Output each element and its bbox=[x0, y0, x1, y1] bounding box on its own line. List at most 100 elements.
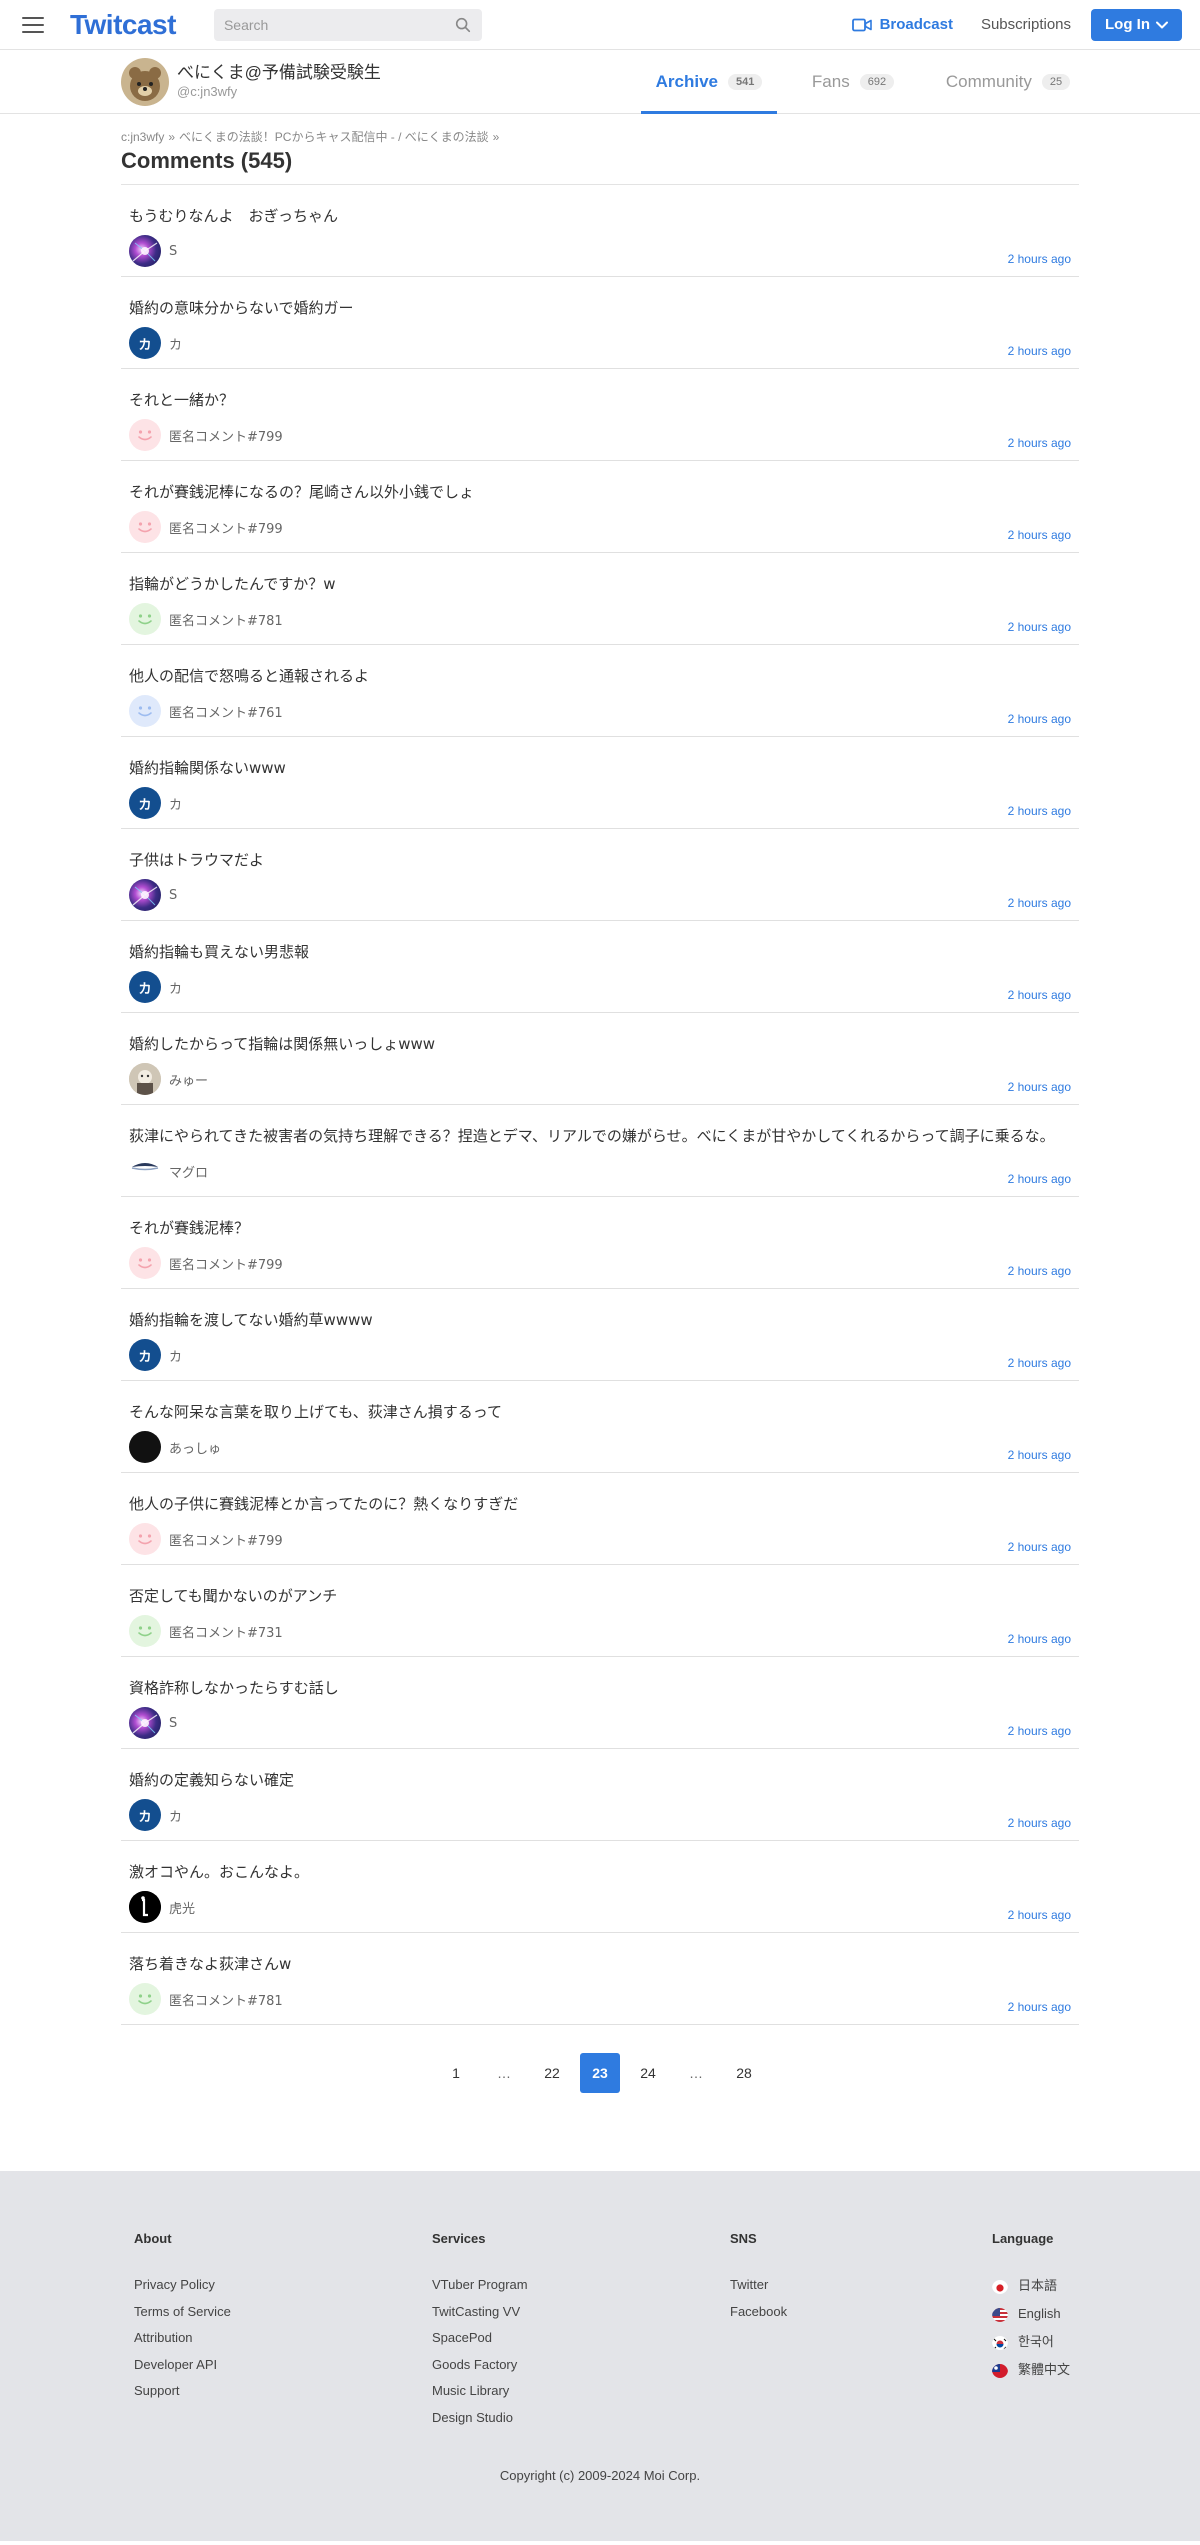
footer-services-link[interactable]: Goods Factory bbox=[432, 2352, 528, 2379]
footer-about-link[interactable]: Developer API bbox=[134, 2352, 231, 2379]
comment-author-name[interactable]: カ bbox=[169, 334, 182, 353]
comment-author-name[interactable]: 虎光 bbox=[169, 1898, 195, 1917]
comment-timestamp[interactable]: 2 hours ago bbox=[1008, 896, 1071, 910]
comment-author[interactable]: 虎光 bbox=[129, 1891, 195, 1923]
comment-timestamp[interactable]: 2 hours ago bbox=[1008, 1356, 1071, 1370]
comment-avatar[interactable] bbox=[129, 603, 161, 635]
footer-about-link[interactable]: Support bbox=[134, 2378, 231, 2405]
footer-services-link[interactable]: Music Library bbox=[432, 2378, 528, 2405]
comment-author[interactable]: S bbox=[129, 235, 177, 267]
footer-about-link[interactable]: Terms of Service bbox=[134, 2299, 231, 2326]
comment-avatar[interactable] bbox=[129, 695, 161, 727]
comment-author-name[interactable]: カ bbox=[169, 794, 182, 813]
comment-author[interactable]: S bbox=[129, 1707, 177, 1739]
footer-services-link[interactable]: VTuber Program bbox=[432, 2272, 528, 2299]
comment-timestamp[interactable]: 2 hours ago bbox=[1008, 804, 1071, 818]
comment-author[interactable]: 匿名コメント#781 bbox=[129, 1983, 283, 2015]
comment-timestamp[interactable]: 2 hours ago bbox=[1008, 1172, 1071, 1186]
comment-author-name[interactable]: 匿名コメント#731 bbox=[169, 1622, 283, 1641]
footer-services-link[interactable]: TwitCasting VV bbox=[432, 2299, 528, 2326]
page-22-button[interactable]: 22 bbox=[532, 2053, 572, 2093]
comment-author[interactable]: カカ bbox=[129, 1339, 182, 1371]
comment-author[interactable]: S bbox=[129, 879, 177, 911]
comment-timestamp[interactable]: 2 hours ago bbox=[1008, 528, 1071, 542]
comment-author-name[interactable]: みゅー bbox=[169, 1070, 208, 1089]
language-option[interactable]: 繁體中文 bbox=[992, 2356, 1070, 2384]
comment-author[interactable]: 匿名コメント#799 bbox=[129, 1247, 283, 1279]
comment-timestamp[interactable]: 2 hours ago bbox=[1008, 712, 1071, 726]
comment-author-name[interactable]: 匿名コメント#799 bbox=[169, 1530, 283, 1549]
page-28-button[interactable]: 28 bbox=[724, 2053, 764, 2093]
comment-avatar[interactable] bbox=[129, 879, 161, 911]
comment-avatar[interactable]: カ bbox=[129, 327, 161, 359]
comment-avatar[interactable] bbox=[129, 1247, 161, 1279]
footer-services-link[interactable]: SpacePod bbox=[432, 2325, 528, 2352]
comment-avatar[interactable] bbox=[129, 1155, 161, 1187]
comment-avatar[interactable]: カ bbox=[129, 1339, 161, 1371]
subscriptions-link[interactable]: Subscriptions bbox=[981, 16, 1071, 33]
comment-author[interactable]: カカ bbox=[129, 1799, 182, 1831]
comment-timestamp[interactable]: 2 hours ago bbox=[1008, 2000, 1071, 2014]
comment-timestamp[interactable]: 2 hours ago bbox=[1008, 1816, 1071, 1830]
comment-author[interactable]: あっしゅ bbox=[129, 1431, 221, 1463]
language-option[interactable]: 日本語 bbox=[992, 2272, 1070, 2300]
user-avatar[interactable] bbox=[121, 57, 169, 106]
comment-author-name[interactable]: S bbox=[169, 1716, 177, 1731]
comment-author-name[interactable]: S bbox=[169, 244, 177, 259]
comment-author-name[interactable]: カ bbox=[169, 978, 182, 997]
search-input[interactable] bbox=[223, 16, 454, 33]
comment-author-name[interactable]: 匿名コメント#799 bbox=[169, 1254, 283, 1273]
comment-avatar[interactable]: カ bbox=[129, 787, 161, 819]
comment-avatar[interactable] bbox=[129, 1063, 161, 1095]
comment-timestamp[interactable]: 2 hours ago bbox=[1008, 1908, 1071, 1922]
comment-author-name[interactable]: 匿名コメント#781 bbox=[169, 610, 283, 629]
footer-about-link[interactable]: Attribution bbox=[134, 2325, 231, 2352]
comment-timestamp[interactable]: 2 hours ago bbox=[1008, 620, 1071, 634]
comment-author-name[interactable]: カ bbox=[169, 1346, 182, 1365]
comment-avatar[interactable]: カ bbox=[129, 971, 161, 1003]
page-24-button[interactable]: 24 bbox=[628, 2053, 668, 2093]
menu-icon[interactable] bbox=[22, 16, 44, 33]
site-logo[interactable]: Twitcast bbox=[70, 9, 176, 41]
comment-avatar[interactable] bbox=[129, 235, 161, 267]
comment-timestamp[interactable]: 2 hours ago bbox=[1008, 252, 1071, 266]
search-box[interactable] bbox=[213, 8, 482, 41]
comment-author[interactable]: 匿名コメント#781 bbox=[129, 603, 283, 635]
comment-timestamp[interactable]: 2 hours ago bbox=[1008, 1448, 1071, 1462]
comment-author[interactable]: マグロ bbox=[129, 1155, 208, 1187]
broadcast-button[interactable]: Broadcast bbox=[851, 16, 953, 33]
comment-timestamp[interactable]: 2 hours ago bbox=[1008, 1632, 1071, 1646]
comment-timestamp[interactable]: 2 hours ago bbox=[1008, 1724, 1071, 1738]
comment-avatar[interactable] bbox=[129, 419, 161, 451]
comment-author[interactable]: 匿名コメント#799 bbox=[129, 419, 283, 451]
comment-author-name[interactable]: S bbox=[169, 888, 177, 903]
comment-avatar[interactable]: カ bbox=[129, 1799, 161, 1831]
comment-author[interactable]: 匿名コメント#799 bbox=[129, 511, 283, 543]
page-23-button[interactable]: 23 bbox=[580, 2053, 620, 2093]
footer-services-link[interactable]: Design Studio bbox=[432, 2405, 528, 2432]
footer-sns-link[interactable]: Facebook bbox=[730, 2299, 787, 2326]
comment-author[interactable]: 匿名コメント#799 bbox=[129, 1523, 283, 1555]
page-1-button[interactable]: 1 bbox=[436, 2053, 476, 2093]
comment-author-name[interactable]: マグロ bbox=[169, 1162, 208, 1181]
comment-timestamp[interactable]: 2 hours ago bbox=[1008, 1080, 1071, 1094]
breadcrumb-movie[interactable]: べにくまの法談！PCからキャス配信中 - / べにくまの法談 bbox=[179, 130, 489, 144]
comment-author[interactable]: カカ bbox=[129, 971, 182, 1003]
comment-author[interactable]: みゅー bbox=[129, 1063, 208, 1095]
comment-author-name[interactable]: 匿名コメント#799 bbox=[169, 518, 283, 537]
footer-sns-link[interactable]: Twitter bbox=[730, 2272, 787, 2299]
comment-avatar[interactable] bbox=[129, 1523, 161, 1555]
comment-author[interactable]: 匿名コメント#761 bbox=[129, 695, 283, 727]
tab-archive[interactable]: Archive 541 bbox=[641, 50, 777, 114]
comment-author-name[interactable]: 匿名コメント#761 bbox=[169, 702, 283, 721]
comment-author[interactable]: 匿名コメント#731 bbox=[129, 1615, 283, 1647]
comment-avatar[interactable] bbox=[129, 511, 161, 543]
comment-timestamp[interactable]: 2 hours ago bbox=[1008, 1540, 1071, 1554]
language-option[interactable]: 한국어 bbox=[992, 2328, 1070, 2356]
login-button[interactable]: Log In bbox=[1091, 8, 1182, 41]
comment-author[interactable]: カカ bbox=[129, 787, 182, 819]
tab-fans[interactable]: Fans 692 bbox=[797, 50, 909, 113]
comment-author[interactable]: カカ bbox=[129, 327, 182, 359]
footer-about-link[interactable]: Privacy Policy bbox=[134, 2272, 231, 2299]
comment-avatar[interactable] bbox=[129, 1615, 161, 1647]
